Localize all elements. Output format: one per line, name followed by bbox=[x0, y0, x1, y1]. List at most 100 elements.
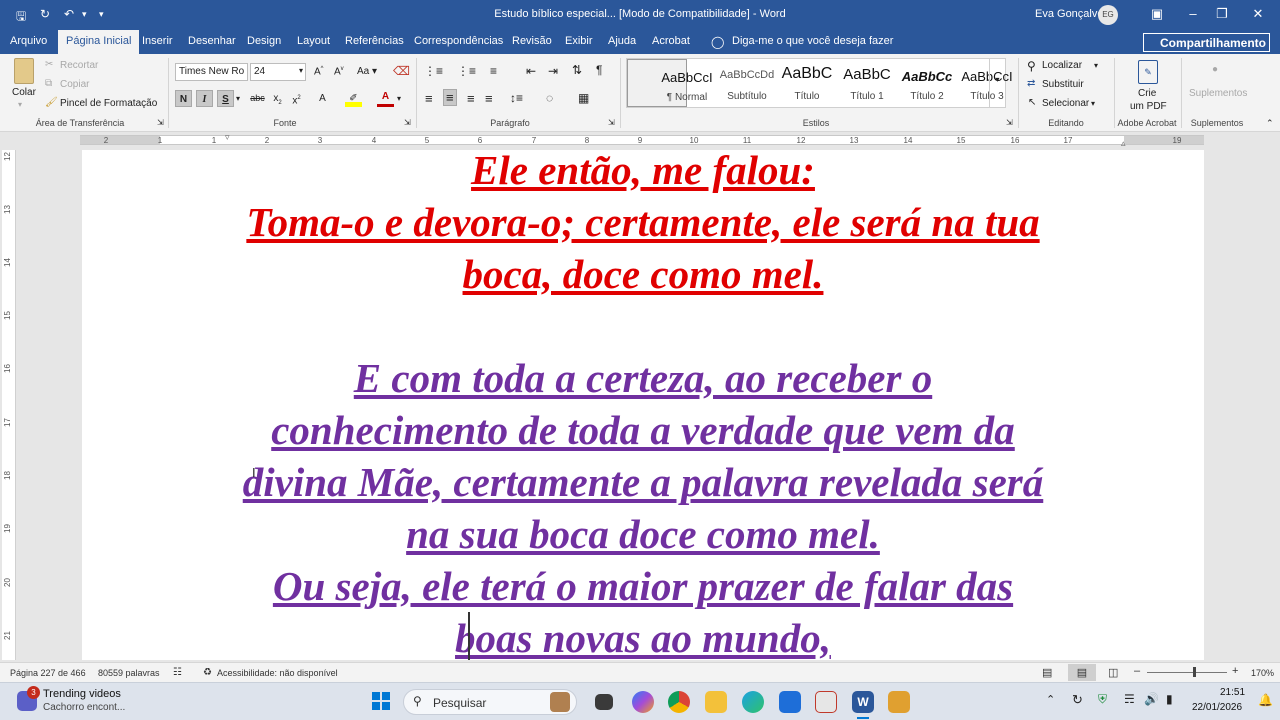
doc-line-purple[interactable]: na sua boca doce como mel. bbox=[82, 510, 1204, 558]
file-explorer-icon[interactable] bbox=[705, 691, 727, 713]
media-player-icon[interactable] bbox=[888, 691, 910, 713]
tab-desenhar[interactable]: Desenhar bbox=[188, 35, 236, 47]
borders-icon[interactable]: ▦ bbox=[578, 91, 589, 105]
tab-revisao[interactable]: Revisão bbox=[512, 35, 552, 47]
zoom-slider[interactable] bbox=[1147, 672, 1227, 673]
align-right-icon[interactable]: ≡ bbox=[467, 91, 475, 106]
doc-line-purple[interactable]: E com toda a certeza, ao receber o bbox=[82, 354, 1204, 402]
select-button[interactable]: Selecionar bbox=[1042, 98, 1089, 109]
start-icon[interactable] bbox=[372, 692, 390, 710]
align-center-icon[interactable]: ≡ bbox=[443, 89, 457, 106]
style-titulo[interactable]: AaBbC Título bbox=[747, 59, 833, 107]
zoom-slider-thumb[interactable] bbox=[1193, 667, 1196, 677]
tab-inserir[interactable]: Inserir bbox=[142, 35, 173, 47]
taskbar-search[interactable]: ⚲ Pesquisar bbox=[403, 689, 577, 715]
font-color-dropdown-icon[interactable]: ▾ bbox=[397, 94, 401, 103]
create-pdf-icon[interactable]: ✎ bbox=[1138, 60, 1158, 84]
doc-line-purple[interactable]: boas novas ao mundo, bbox=[82, 614, 1204, 660]
style-titulo-3[interactable]: AaBbCcI Título 3 bbox=[927, 59, 1012, 107]
zoom-level[interactable]: 170% bbox=[1251, 668, 1274, 678]
create-pdf-line1[interactable]: Crie bbox=[1138, 88, 1156, 99]
horizontal-ruler[interactable]: 2 1 1 2 3 4 5 6 7 8 9 10 11 12 13 14 15 … bbox=[0, 132, 1280, 149]
restore-icon[interactable]: ❐ bbox=[1212, 6, 1232, 22]
font-name-combo[interactable]: Times New Ro bbox=[175, 63, 248, 81]
bold-button[interactable]: N bbox=[175, 90, 192, 107]
battery-icon[interactable]: ▮ bbox=[1166, 692, 1173, 706]
grow-font-icon[interactable]: A^ bbox=[314, 66, 324, 77]
paste-icon[interactable] bbox=[14, 58, 34, 84]
style-normal[interactable]: AaBbCcI ¶ Normal bbox=[627, 59, 713, 107]
align-left-icon[interactable]: ≡ bbox=[425, 91, 433, 106]
tell-me-search[interactable]: Diga-me o que você deseja fazer bbox=[732, 35, 893, 47]
font-size-combo[interactable]: 24 ▾ bbox=[250, 63, 306, 81]
collapse-ribbon-icon[interactable]: ⌃ bbox=[1266, 118, 1274, 129]
cut-button[interactable]: Recortar bbox=[60, 60, 98, 71]
bullets-icon[interactable]: ⋮≡ bbox=[424, 64, 443, 78]
zoom-out-icon[interactable]: – bbox=[1134, 665, 1140, 677]
paragraph-launcher-icon[interactable]: ⇲ bbox=[608, 118, 615, 127]
text-effects-icon[interactable]: A bbox=[314, 90, 331, 107]
sort-icon[interactable]: ⇅ bbox=[572, 63, 582, 77]
decrease-indent-icon[interactable]: ⇤ bbox=[526, 64, 536, 78]
justify-icon[interactable]: ≡ bbox=[485, 91, 493, 106]
format-painter-button[interactable]: Pincel de Formatação bbox=[60, 98, 157, 109]
tab-design[interactable]: Design bbox=[247, 35, 281, 47]
notification-icon[interactable]: 🔔 bbox=[1258, 693, 1273, 707]
store-icon[interactable] bbox=[779, 691, 801, 713]
superscript-icon[interactable]: x2 bbox=[288, 90, 305, 107]
clear-format-icon[interactable]: ⌫ bbox=[393, 64, 410, 78]
styles-launcher-icon[interactable]: ⇲ bbox=[1006, 118, 1013, 127]
line-spacing-icon[interactable]: ↕≡ bbox=[510, 91, 523, 105]
styles-more-icon[interactable]: ▾ bbox=[989, 59, 1005, 107]
chrome-icon[interactable] bbox=[668, 691, 690, 713]
tab-correspondencias[interactable]: Correspondências bbox=[414, 35, 503, 47]
doc-line-purple[interactable]: divina Mãe, certamente a palavra revelad… bbox=[82, 458, 1204, 506]
style-subtitulo[interactable]: AaBbCcDd Subtítulo bbox=[687, 59, 774, 107]
tab-referencias[interactable]: Referências bbox=[345, 35, 404, 47]
clipboard-launcher-icon[interactable]: ⇲ bbox=[157, 118, 164, 127]
doc-line-red[interactable]: Toma-o e devora-o; certamente, ele será … bbox=[82, 198, 1204, 246]
highlight-icon[interactable]: ✐ bbox=[345, 90, 362, 107]
copilot-icon[interactable] bbox=[632, 691, 654, 713]
find-button[interactable]: Localizar bbox=[1042, 60, 1082, 71]
tab-acrobat[interactable]: Acrobat bbox=[652, 35, 690, 47]
task-view-icon[interactable] bbox=[595, 694, 613, 710]
paste-dropdown-icon[interactable]: ▾ bbox=[18, 100, 22, 109]
volume-icon[interactable]: 🔊 bbox=[1144, 692, 1159, 706]
change-case-icon[interactable]: Aa ▾ bbox=[357, 66, 377, 77]
select-dropdown-icon[interactable]: ▾ bbox=[1091, 99, 1095, 108]
shrink-font-icon[interactable]: Av bbox=[334, 66, 344, 77]
doc-line-red[interactable]: Ele então, me falou: bbox=[82, 150, 1204, 194]
zoom-in-icon[interactable]: + bbox=[1232, 665, 1238, 677]
wifi-icon[interactable]: ☴ bbox=[1124, 692, 1135, 706]
security-icon[interactable]: ⛨ bbox=[1098, 692, 1107, 707]
tab-layout[interactable]: Layout bbox=[297, 35, 330, 47]
italic-button[interactable]: I bbox=[196, 90, 213, 107]
paste-button[interactable]: Colar bbox=[12, 87, 36, 98]
subscript-icon[interactable]: x2 bbox=[269, 90, 286, 107]
tab-arquivo[interactable]: Arquivo bbox=[10, 35, 47, 47]
share-button[interactable]: Compartilhamento bbox=[1143, 33, 1270, 52]
app-icon[interactable] bbox=[815, 691, 837, 713]
read-mode-icon[interactable]: ▤ bbox=[1042, 666, 1052, 679]
style-titulo-2[interactable]: AaBbCc Título 2 bbox=[867, 59, 953, 107]
increase-indent-icon[interactable]: ⇥ bbox=[548, 64, 558, 78]
show-marks-icon[interactable]: ¶ bbox=[596, 63, 602, 77]
sync-icon[interactable]: ↻ bbox=[1072, 692, 1083, 708]
avatar[interactable]: EG bbox=[1098, 5, 1118, 25]
replace-button[interactable]: Substituir bbox=[1042, 79, 1084, 90]
ribbon-display-icon[interactable]: ▣ bbox=[1147, 6, 1167, 22]
right-indent-marker[interactable]: ▵ bbox=[1121, 138, 1126, 149]
minimize-icon[interactable]: – bbox=[1183, 6, 1203, 21]
font-launcher-icon[interactable]: ⇲ bbox=[404, 118, 411, 127]
widget-title[interactable]: Trending videos bbox=[43, 688, 121, 700]
tab-ajuda[interactable]: Ajuda bbox=[608, 35, 636, 47]
find-dropdown-icon[interactable]: ▾ bbox=[1094, 61, 1098, 70]
numbering-icon[interactable]: ⋮≡ bbox=[457, 64, 476, 78]
first-line-indent-marker[interactable]: ▿ bbox=[225, 132, 230, 143]
create-pdf-line2[interactable]: um PDF bbox=[1130, 101, 1167, 112]
print-layout-icon[interactable]: ▤ bbox=[1068, 664, 1096, 681]
vertical-ruler[interactable]: 12 13 14 15 16 17 18 19 20 21 bbox=[2, 150, 16, 660]
shading-icon[interactable]: ◌ bbox=[546, 91, 553, 105]
underline-button[interactable]: S bbox=[217, 90, 234, 107]
